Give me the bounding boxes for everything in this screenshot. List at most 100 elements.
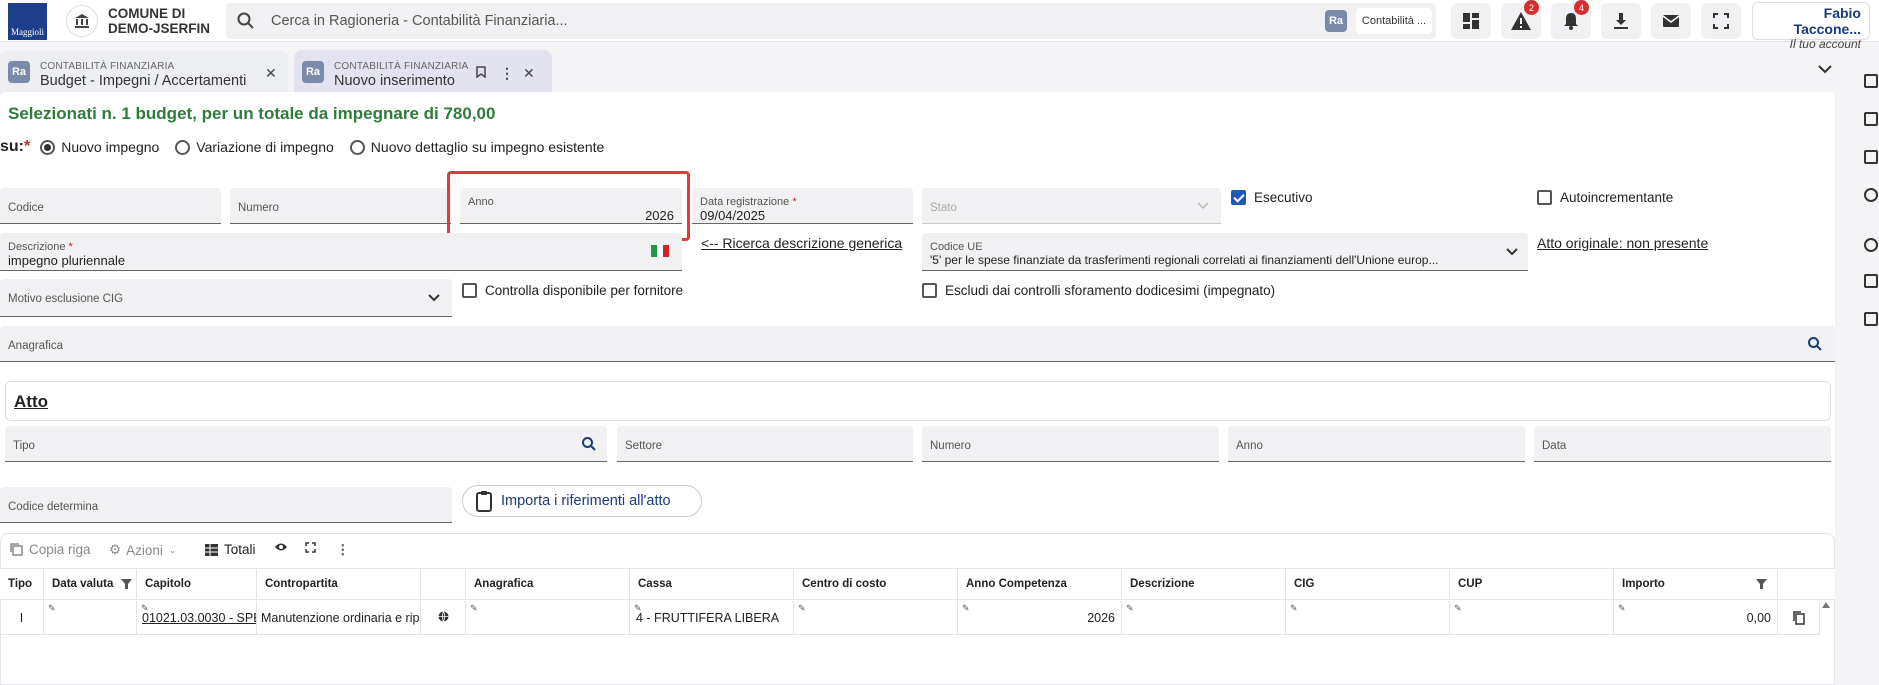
col-importo[interactable]: Importo	[1614, 569, 1778, 600]
messages-button[interactable]	[1651, 3, 1691, 39]
atto-settore-field[interactable]: Settore	[617, 426, 913, 462]
descrizione-field[interactable]: Descrizione * impegno pluriennale	[0, 233, 682, 271]
more-vert-icon[interactable]: ⋮	[500, 65, 514, 82]
expand-icon[interactable]	[305, 542, 316, 553]
user-name: Fabio Taccone...	[1793, 5, 1861, 37]
descrizione-value: impegno pluriennale	[8, 253, 126, 268]
codice-ue-value: '5' per le spese finanziate da trasferim…	[930, 253, 1439, 267]
scroll-up-icon[interactable]	[1822, 602, 1830, 608]
bookmark-icon[interactable]	[476, 66, 486, 78]
search-input[interactable]: Cerca in Ragioneria - Contabilità Finanz…	[271, 13, 568, 29]
italian-flag-icon[interactable]	[651, 245, 669, 257]
fullscreen-button[interactable]	[1701, 3, 1741, 39]
col-cig[interactable]: CIG	[1286, 569, 1450, 600]
home-button[interactable]	[66, 5, 98, 37]
user-account-menu[interactable]: Fabio Taccone... Il tuo account	[1752, 2, 1870, 51]
mail-icon	[1662, 15, 1680, 27]
cell-data-valuta[interactable]: ✎	[44, 601, 137, 634]
cell-tipo[interactable]: I	[0, 601, 44, 634]
tool-icon[interactable]	[1864, 238, 1878, 252]
totali-button[interactable]: Totali	[205, 542, 256, 557]
col-anno-competenza[interactable]: Anno Competenza	[958, 569, 1122, 600]
atto-tipo-field[interactable]: Tipo	[5, 426, 607, 462]
grid-icon[interactable]	[1864, 74, 1878, 88]
cell-capitolo[interactable]: ✎01021.03.0030 - SPESE	[137, 601, 257, 634]
codice-ue-select[interactable]: Codice UE '5' per le spese finanziate da…	[922, 233, 1528, 271]
atto-numero-field[interactable]: Numero	[922, 426, 1219, 462]
esecutivo-checkbox[interactable]: Esecutivo	[1231, 190, 1313, 205]
cell-importo[interactable]: ✎ 0,00	[1614, 601, 1778, 634]
codice-field[interactable]: Codice	[0, 188, 221, 224]
alerts-button[interactable]: 2	[1501, 0, 1541, 39]
top-bar: Maggioli COMUNE DI DEMO-JSERFIN Cerca in…	[0, 0, 1879, 51]
cell-contropartita[interactable]: Manutenzione ordinaria e riparazioni	[257, 601, 421, 634]
atto-anno-field[interactable]: Anno	[1228, 426, 1525, 462]
clipboard-icon	[476, 491, 492, 512]
col-cassa[interactable]: Cassa	[630, 569, 794, 600]
cell-anagrafica[interactable]: ✎	[466, 601, 630, 634]
radio-variazione-impegno[interactable]: Variazione di impegno	[175, 139, 334, 155]
tab-nuovo-inserimento[interactable]: Ra CONTABILITÀ FINANZIARIA Nuovo inserim…	[294, 50, 552, 92]
download-button[interactable]	[1601, 3, 1641, 39]
azioni-menu[interactable]: ⚙ Azioni ⌄	[109, 542, 176, 558]
anagrafica-field[interactable]: Anagrafica	[0, 326, 1835, 362]
data-registrazione-field[interactable]: Data registrazione * 09/04/2025	[692, 188, 913, 224]
atto-originale-link[interactable]: Atto originale: non presente	[1537, 235, 1708, 251]
copia-riga-button[interactable]: Copia riga	[10, 542, 91, 557]
col-contropartita[interactable]: Contropartita	[257, 569, 421, 600]
close-icon[interactable]: ✕	[265, 65, 277, 82]
importa-riferimenti-button[interactable]: Importa i riferimenti all'atto	[462, 485, 702, 517]
dashboard-button[interactable]	[1451, 3, 1491, 39]
contropartita-lookup-button[interactable]	[421, 601, 466, 634]
book-icon[interactable]	[1864, 112, 1878, 126]
chevron-down-icon[interactable]	[1818, 64, 1832, 74]
filter-icon[interactable]	[1756, 579, 1767, 589]
escludi-controlli-checkbox[interactable]: Escludi dai controlli sforamento dodices…	[922, 283, 1275, 298]
ricerca-descrizione-link[interactable]: <-- Ricerca descrizione generica	[701, 235, 902, 251]
motivo-esclusione-cig-select[interactable]: Motivo esclusione CIG	[0, 279, 452, 317]
col-tipo[interactable]: Tipo	[0, 569, 44, 600]
col-anagrafica[interactable]: Anagrafica	[466, 569, 630, 600]
tab-app-icon: Ra	[8, 61, 30, 83]
col-centro-di-costo[interactable]: Centro di costo	[794, 569, 958, 600]
radio-nuovo-impegno[interactable]: Nuovo impegno	[40, 139, 159, 155]
cell-centro-di-costo[interactable]: ✎	[794, 601, 958, 634]
calculator-icon[interactable]	[1864, 312, 1878, 326]
numero-field[interactable]: Numero	[230, 188, 451, 224]
cell-cassa[interactable]: ✎ 4 - FRUTTIFERA LIBERA	[630, 601, 794, 634]
lightbulb-icon[interactable]	[1864, 188, 1878, 202]
more-vert-icon[interactable]: ⋮	[336, 542, 350, 558]
eye-icon[interactable]	[274, 542, 288, 552]
radio-nuovo-dettaglio[interactable]: Nuovo dettaglio su impegno esistente	[349, 139, 604, 155]
filter-icon[interactable]	[121, 579, 132, 589]
notifications-button[interactable]: 4	[1551, 0, 1591, 39]
copy-icon[interactable]	[1864, 150, 1878, 164]
data-registrazione-value: 09/04/2025	[700, 208, 766, 223]
atto-data-field[interactable]: Data	[1534, 426, 1831, 462]
codice-determina-field[interactable]: Codice determina	[0, 487, 452, 523]
search-icon[interactable]	[581, 436, 597, 452]
copy-row-button[interactable]	[1778, 601, 1820, 634]
cell-descrizione[interactable]: ✎	[1122, 601, 1286, 634]
col-cup[interactable]: CUP	[1450, 569, 1614, 600]
autoincrementante-checkbox[interactable]: Autoincrementante	[1537, 190, 1673, 205]
cell-anno-competenza[interactable]: ✎ 2026	[958, 601, 1122, 634]
tab-title: Nuovo inserimento	[334, 73, 455, 89]
col-capitolo[interactable]: Capitolo	[137, 569, 257, 600]
copy-icon	[10, 543, 23, 556]
maggioli-logo[interactable]: Maggioli	[8, 3, 47, 40]
notifications-count-badge: 4	[1574, 0, 1589, 15]
context-chip[interactable]: Contabilità ...	[1356, 8, 1432, 34]
search-icon[interactable]	[1807, 336, 1823, 352]
tab-budget[interactable]: Ra CONTABILITÀ FINANZIARIA Budget - Impe…	[0, 50, 288, 92]
col-data-valuta[interactable]: Data valuta	[44, 569, 137, 600]
scissors-icon[interactable]	[1864, 274, 1878, 288]
descrizione-label: Descrizione *	[8, 241, 73, 253]
controlla-disponibile-checkbox[interactable]: Controlla disponibile per fornitore	[462, 283, 683, 298]
cell-cig[interactable]: ✎	[1286, 601, 1450, 634]
col-descrizione[interactable]: Descrizione	[1122, 569, 1286, 600]
close-icon[interactable]: ✕	[523, 65, 535, 82]
cell-cup[interactable]: ✎	[1450, 601, 1614, 634]
table-row[interactable]: I ✎ ✎01021.03.0030 - SPESE Manutenzione …	[0, 601, 1820, 635]
global-search[interactable]: Cerca in Ragioneria - Contabilità Finanz…	[226, 3, 1436, 39]
